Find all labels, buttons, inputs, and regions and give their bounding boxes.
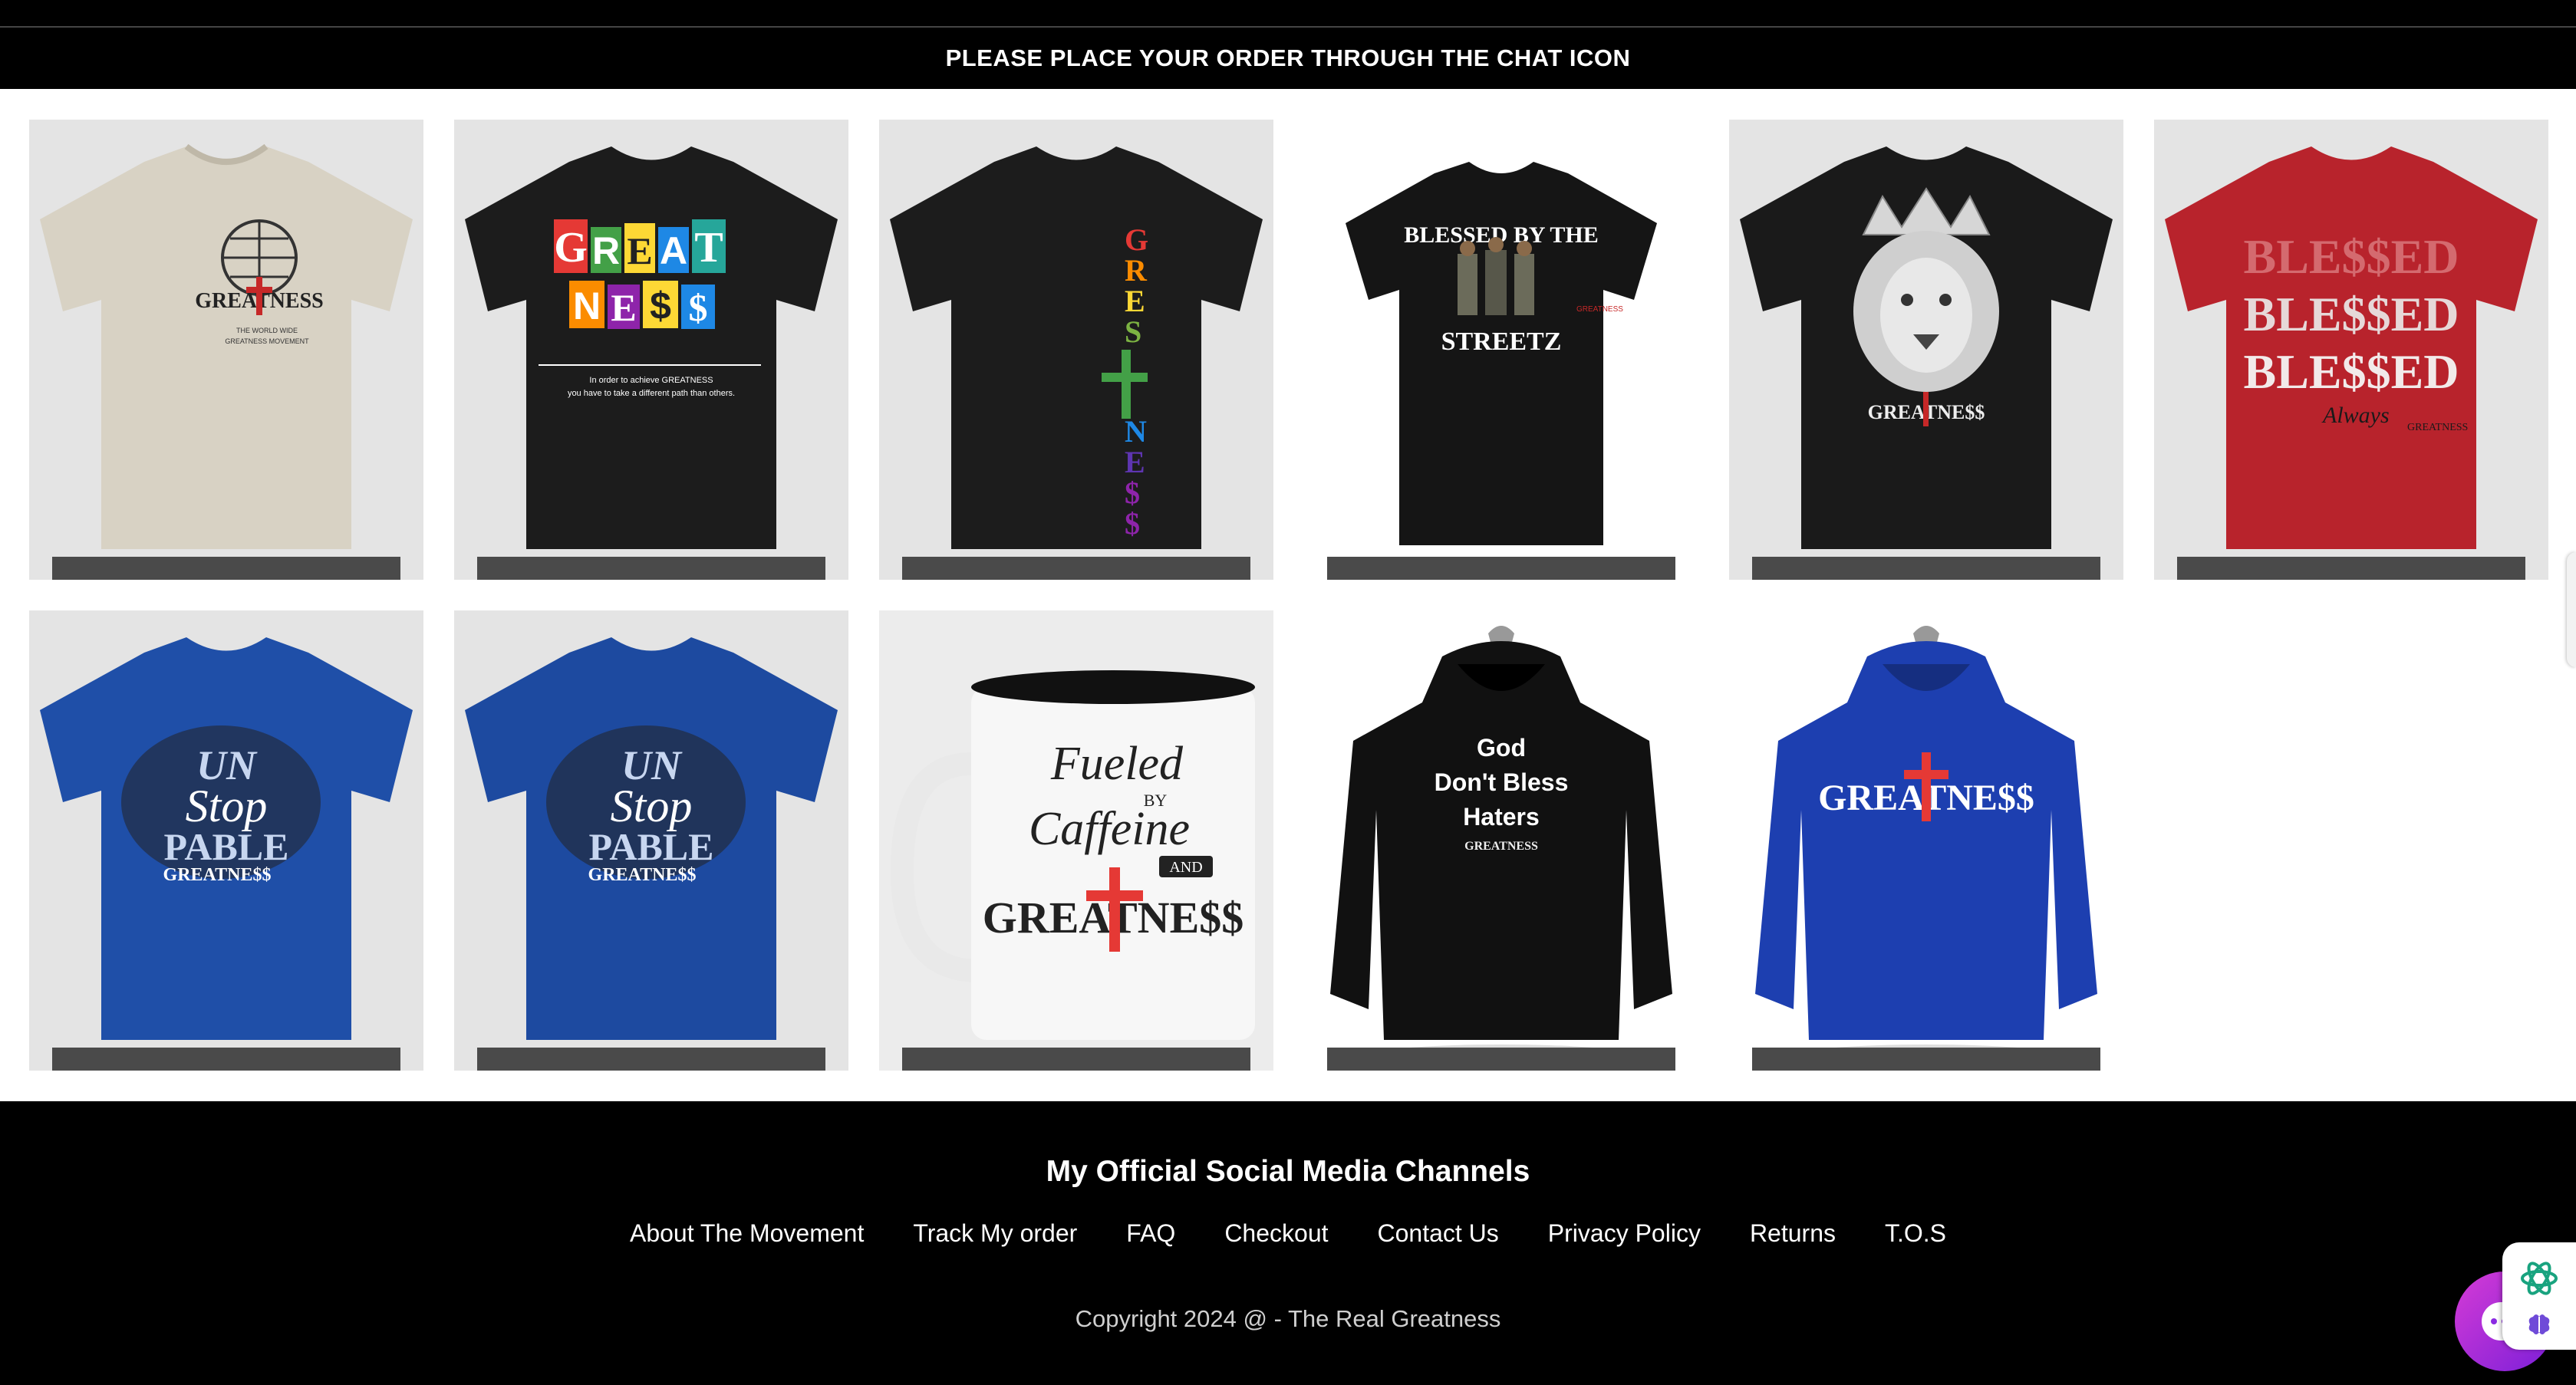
svg-text:AND: AND (1169, 859, 1202, 876)
svg-text:S: S (1125, 314, 1141, 349)
hoodie-image: God Don't Bless Haters GREATNESS (1330, 626, 1672, 1066)
svg-text:Stop: Stop (186, 781, 268, 831)
tshirt-image: GREATNESS THE WORLD WIDE GREATNESS MOVEM… (40, 143, 413, 549)
hoodie-image: GREATNE$$ (1755, 626, 2097, 1066)
tshirt-image: UN Stop PABLE GREATNE$$ (465, 637, 838, 1040)
svg-text:R: R (592, 229, 620, 272)
svg-text:Always: Always (2321, 403, 2390, 428)
product-card[interactable]: G R E A T N E $ $ In order to achieve GR… (454, 120, 848, 580)
product-card[interactable]: BLESSED BY THE STREETZ GREATNESS (1304, 120, 1698, 580)
brain-icon[interactable] (2524, 1312, 2555, 1337)
svg-text:GREATNESS: GREATNESS (2407, 422, 2468, 433)
svg-text:N: N (1125, 414, 1147, 449)
svg-text:E: E (1125, 445, 1145, 479)
product-card[interactable]: BLE$$ED BLE$$ED BLE$$ED Always GREATNESS (2154, 120, 2548, 580)
tshirt-image: BLE$$ED BLE$$ED BLE$$ED Always GREATNESS (2165, 146, 2538, 549)
svg-text:GREATNESS: GREATNESS (1576, 305, 1623, 314)
svg-text:BLE$$ED: BLE$$ED (2244, 344, 2459, 399)
product-caption-bar (1327, 557, 1675, 580)
product-card[interactable]: GREATNE$$ (1729, 610, 2123, 1071)
svg-text:STREETZ: STREETZ (1441, 327, 1562, 356)
product-card[interactable]: G R E S N E $ $ (879, 120, 1273, 580)
tshirt-image: G R E A T N E $ $ In order to achieve GR… (465, 146, 838, 549)
product-caption-bar (1752, 1048, 2100, 1071)
svg-text:GREATNE$$: GREATNE$$ (588, 865, 697, 885)
product-card[interactable]: God Don't Bless Haters GREATNESS (1304, 610, 1698, 1071)
footer-link-track-order[interactable]: Track My order (913, 1219, 1077, 1248)
svg-text:N: N (573, 285, 601, 327)
svg-text:R: R (1125, 253, 1148, 288)
tshirt-image: UN Stop PABLE GREATNE$$ (40, 637, 413, 1040)
product-caption-bar (477, 1048, 825, 1071)
svg-text:$: $ (650, 285, 671, 327)
svg-text:GREATNESS MOVEMENT: GREATNESS MOVEMENT (225, 337, 309, 345)
tshirt-image: GREATNE$$ (1740, 146, 2113, 549)
svg-text:E: E (611, 286, 636, 329)
product-card[interactable]: UN Stop PABLE GREATNE$$ (454, 610, 848, 1071)
product-caption-bar (902, 1048, 1250, 1071)
tshirt-image: G R E S N E $ $ (890, 146, 1263, 549)
svg-text:T: T (694, 224, 723, 271)
announcement-text: PLEASE PLACE YOUR ORDER THROUGH THE CHAT… (945, 44, 1631, 71)
svg-text:THE WORLD WIDE: THE WORLD WIDE (236, 327, 298, 334)
svg-text:Don't Bless: Don't Bless (1435, 768, 1569, 796)
product-card[interactable]: GREATNE$$ (1729, 120, 2123, 580)
footer-link-tos[interactable]: T.O.S (1885, 1219, 1946, 1248)
footer-link-returns[interactable]: Returns (1750, 1219, 1836, 1248)
svg-text:$: $ (1125, 506, 1140, 541)
svg-text:Stop: Stop (611, 781, 693, 831)
footer-links: About The Movement Track My order FAQ Ch… (0, 1219, 2576, 1248)
svg-text:GREATNESS: GREATNESS (1464, 840, 1538, 853)
svg-text:E: E (1125, 284, 1145, 318)
svg-text:$: $ (1125, 475, 1140, 510)
svg-text:E: E (627, 229, 652, 272)
product-caption-bar (902, 557, 1250, 580)
svg-text:GREATNE$$: GREATNE$$ (163, 865, 272, 885)
svg-text:G: G (1125, 222, 1148, 257)
footer-link-contact[interactable]: Contact Us (1378, 1219, 1499, 1248)
product-card[interactable]: UN Stop PABLE GREATNE$$ (29, 610, 423, 1071)
svg-text:Caffeine: Caffeine (1029, 803, 1190, 855)
svg-text:God: God (1477, 734, 1526, 762)
tshirt-image: BLESSED BY THE STREETZ GREATNESS (1346, 162, 1657, 545)
footer-link-checkout[interactable]: Checkout (1224, 1219, 1328, 1248)
mug-image: Fueled BY Caffeine AND GREATNE$$ (890, 670, 1255, 1040)
product-caption-bar (52, 557, 400, 580)
svg-text:BLE$$ED: BLE$$ED (2244, 229, 2459, 284)
footer-link-privacy[interactable]: Privacy Policy (1548, 1219, 1701, 1248)
product-caption-bar (2177, 557, 2525, 580)
svg-text:you have to take a different p: you have to take a different path than o… (568, 389, 735, 398)
product-caption-bar (1752, 557, 2100, 580)
top-strip (0, 0, 2576, 26)
copyright: Copyright 2024 @ - The Real Greatness (1075, 1305, 1501, 1332)
product-caption-bar (52, 1048, 400, 1071)
openai-knot-icon[interactable] (2516, 1255, 2562, 1301)
svg-text:Haters: Haters (1463, 803, 1540, 831)
svg-text:G: G (554, 224, 588, 271)
ai-assistant-panel[interactable] (2502, 1242, 2576, 1350)
svg-text:PABLE: PABLE (164, 825, 289, 868)
product-card[interactable]: GREATNESS THE WORLD WIDE GREATNESS MOVEM… (29, 120, 423, 580)
product-caption-bar (1327, 1048, 1675, 1071)
svg-text:PABLE: PABLE (589, 825, 714, 868)
footer: My Official Social Media Channels About … (0, 1101, 2576, 1385)
product-card[interactable]: Fueled BY Caffeine AND GREATNE$$ (879, 610, 1273, 1071)
product-caption-bar (477, 557, 825, 580)
footer-title: My Official Social Media Channels (1046, 1155, 1530, 1188)
footer-link-faq[interactable]: FAQ (1126, 1219, 1175, 1248)
product-grid: GREATNESS THE WORLD WIDE GREATNESS MOVEM… (0, 89, 2576, 1101)
svg-text:BLE$$ED: BLE$$ED (2244, 287, 2459, 341)
svg-text:$: $ (689, 286, 708, 329)
announcement-bar: PLEASE PLACE YOUR ORDER THROUGH THE CHAT… (0, 28, 2576, 89)
side-drawer-tab[interactable] (2567, 552, 2576, 667)
svg-text:A: A (660, 229, 687, 272)
footer-link-about[interactable]: About The Movement (630, 1219, 864, 1248)
svg-text:In order to achieve GREATNESS: In order to achieve GREATNESS (589, 376, 713, 385)
svg-text:Fueled: Fueled (1050, 738, 1184, 790)
